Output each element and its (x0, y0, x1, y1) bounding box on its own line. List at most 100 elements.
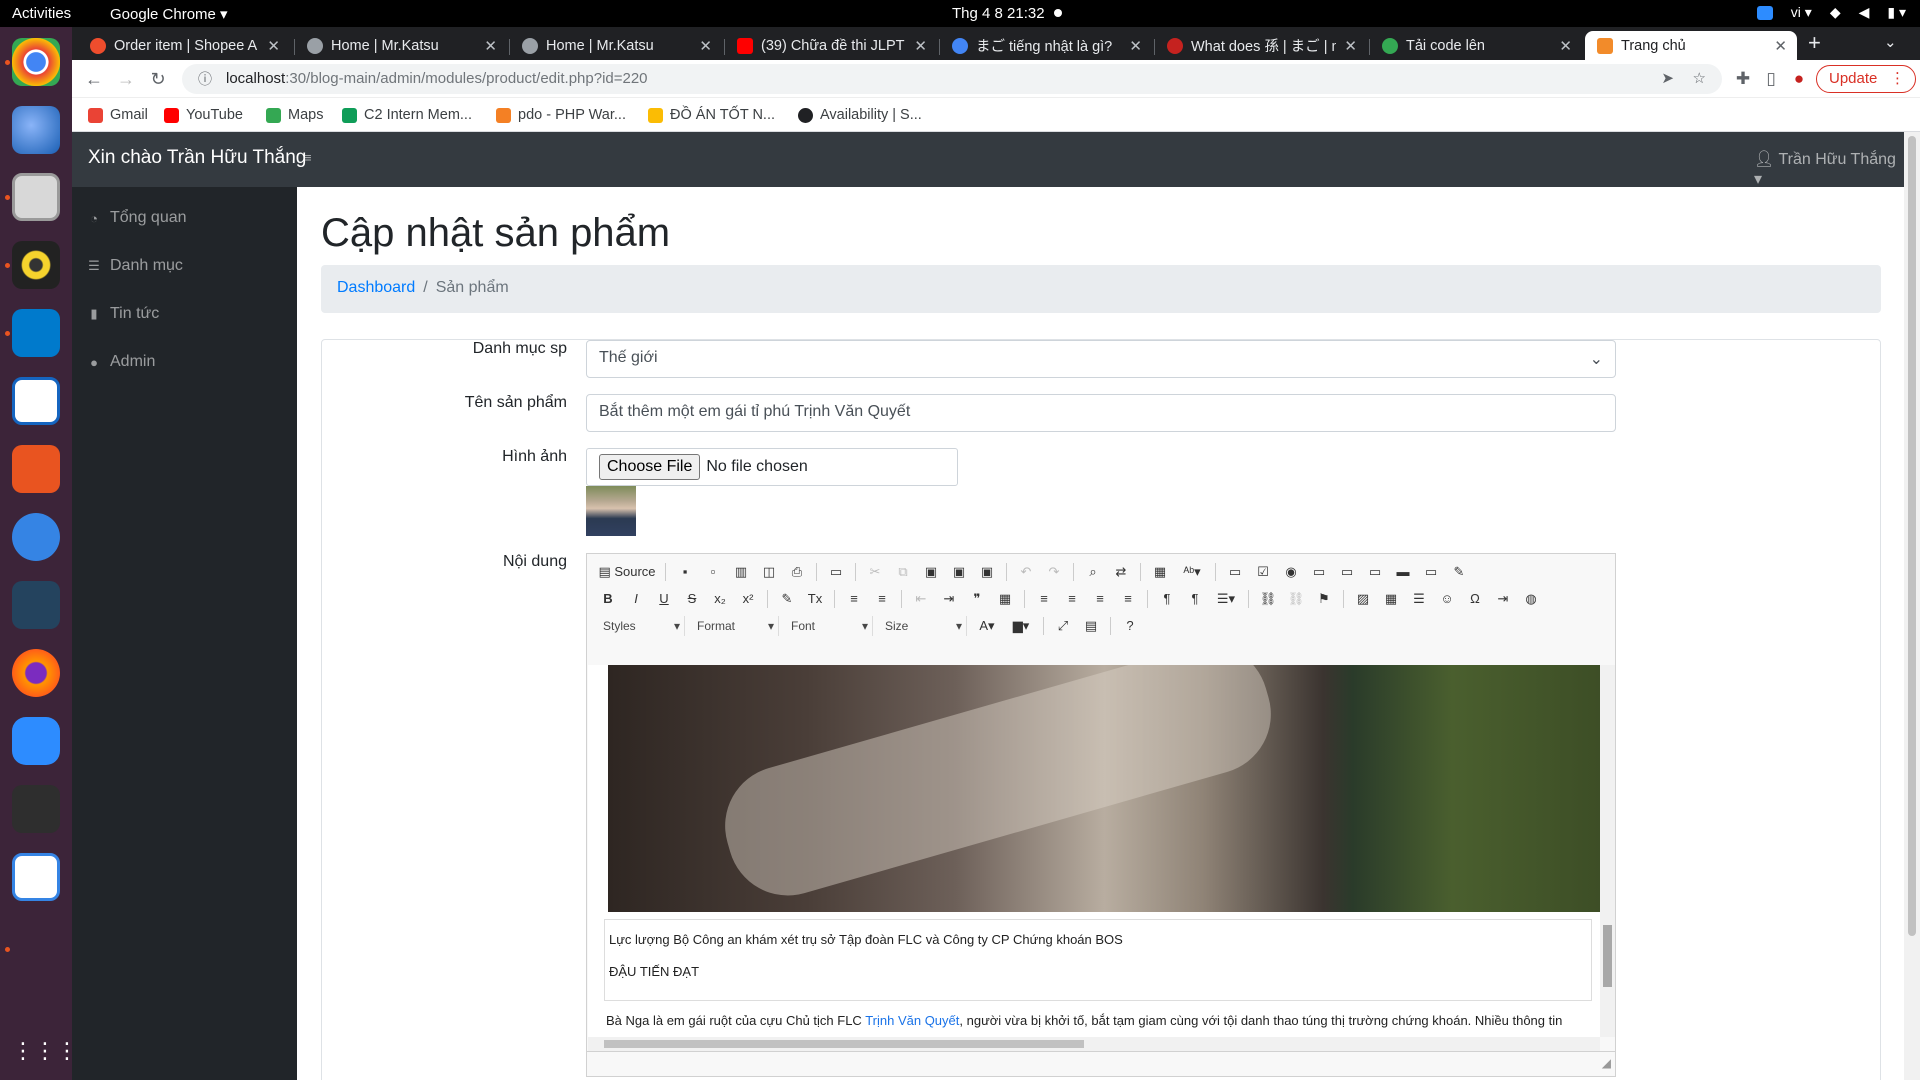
iframe-globe-icon[interactable]: ◍ (1520, 588, 1542, 610)
bookmark-star-icon[interactable]: ☆ (1693, 64, 1706, 94)
rtl-icon[interactable]: ¶ (1184, 588, 1206, 610)
select-all-icon[interactable]: ▦ (1149, 561, 1171, 583)
textfield-icon[interactable]: ▭ (1308, 561, 1330, 583)
bookmark-maps[interactable]: Maps (266, 107, 323, 123)
product-name-input[interactable]: Bắt thêm một em gái tỉ phú Trịnh Văn Quy… (586, 394, 1616, 432)
div-container-icon[interactable]: ▦ (994, 588, 1016, 610)
close-tab-icon[interactable]: ✕ (1774, 37, 1787, 55)
select-field-icon[interactable]: ▭ (1364, 561, 1386, 583)
system-tray[interactable]: vi ▾ ◆ ◀ ▮ ▾ (1756, 4, 1906, 21)
indent-icon[interactable]: ⇥ (938, 588, 960, 610)
image-icon[interactable]: ▨ (1352, 588, 1374, 610)
spellcheck-icon[interactable]: ᴬᵇ▾ (1177, 561, 1207, 583)
button-field-icon[interactable]: ▬ (1392, 561, 1414, 583)
language-icon[interactable]: ☰▾ (1212, 588, 1240, 610)
terminal-icon[interactable] (12, 785, 60, 833)
numbered-list-icon[interactable]: ≡ (843, 588, 865, 610)
print-icon[interactable]: ⎙ (786, 561, 808, 583)
align-left-icon[interactable]: ≡ (1033, 588, 1055, 610)
font-combo[interactable]: Font ▾ (785, 616, 873, 636)
send-tab-icon[interactable]: ➤ (1661, 64, 1674, 94)
browser-tab-active[interactable]: Trang chủ ✕ (1585, 31, 1797, 60)
help-icon[interactable] (12, 513, 60, 561)
back-arrow-icon[interactable]: ← (82, 67, 106, 91)
user-dropdown[interactable]: 👤︎ Trần Hữu Thắng ▾ (1754, 149, 1904, 189)
editor-content-area[interactable]: Lực lượng Bộ Công an khám xét trụ sở Tập… (588, 665, 1600, 1037)
browser-tab[interactable]: Home | Mr.Katsu ✕ (510, 31, 722, 60)
align-center-icon[interactable]: ≡ (1061, 588, 1083, 610)
undo-icon[interactable]: ↶ (1015, 561, 1037, 583)
chrome-update-button[interactable]: Update ⋮ (1816, 65, 1916, 93)
blockquote-icon[interactable]: ❞ (966, 588, 988, 610)
size-combo[interactable]: Size ▾ (879, 616, 967, 636)
subscript-icon[interactable]: x₂ (709, 588, 731, 610)
browser-tab[interactable]: Order item | Shopee A ✕ (78, 31, 290, 60)
software-center-icon[interactable] (12, 445, 60, 493)
cut-icon[interactable]: ✂ (864, 561, 886, 583)
site-info-icon[interactable]: ⓘ (198, 64, 212, 94)
superscript-icon[interactable]: x² (737, 588, 759, 610)
remove-format-icon[interactable]: Tx (804, 588, 826, 610)
bookmark-pdo-php[interactable]: pdo - PHP War... (496, 107, 626, 123)
find-icon[interactable]: ⌕ (1082, 561, 1104, 583)
extensions-puzzle-icon[interactable]: ✚ (1732, 68, 1754, 90)
bulleted-list-icon[interactable]: ≡ (871, 588, 893, 610)
radio-icon[interactable]: ◉ (1280, 561, 1302, 583)
sidebar-toggle-icon[interactable]: ≡ (304, 150, 312, 165)
bookmark-c2-intern[interactable]: C2 Intern Mem... (342, 107, 472, 123)
new-tab-plus-icon[interactable]: + (1808, 30, 1821, 56)
export-pdf-icon[interactable]: ▥ (730, 561, 752, 583)
battery-icon[interactable]: ▮ ▾ (1887, 4, 1906, 21)
link-icon[interactable]: ⛓ (1257, 588, 1279, 610)
page-scrollbar[interactable] (1904, 132, 1920, 1080)
browser-tab[interactable]: Tải code lên ✕ (1370, 31, 1582, 60)
chrome-icon[interactable] (12, 38, 60, 86)
horizontal-line-icon[interactable]: ☰ (1408, 588, 1430, 610)
bookmark-availability[interactable]: Availability | S... (798, 107, 922, 123)
special-char-omega-icon[interactable]: Ω (1464, 588, 1486, 610)
hidden-field-icon[interactable]: ✎ (1448, 561, 1470, 583)
close-tab-icon[interactable]: ✕ (1559, 37, 1572, 55)
rhythmbox-icon[interactable] (12, 241, 60, 289)
save-icon[interactable]: ▪ (674, 561, 696, 583)
forward-arrow-icon[interactable]: → (114, 67, 138, 91)
volume-icon[interactable]: ◀ (1859, 4, 1870, 21)
copy-format-icon[interactable]: ✎ (776, 588, 798, 610)
wifi-icon[interactable]: ◆ (1830, 4, 1841, 21)
bookmark-youtube[interactable]: YouTube (164, 107, 243, 123)
choose-file-button[interactable]: Choose File (599, 454, 701, 480)
close-tab-icon[interactable]: ✕ (1344, 37, 1357, 55)
unlink-icon[interactable]: ⛓ (1285, 588, 1307, 610)
maximize-icon[interactable]: ⤢ (1052, 615, 1074, 637)
scrollbar-thumb[interactable] (604, 1040, 1084, 1048)
browser-tab[interactable]: (39) Chữa đề thi JLPT ✕ (725, 31, 937, 60)
preview-icon[interactable]: ◫ (758, 561, 780, 583)
close-tab-icon[interactable]: ✕ (1129, 37, 1142, 55)
italic-icon[interactable]: I (625, 588, 647, 610)
format-combo[interactable]: Format ▾ (691, 616, 779, 636)
smiley-icon[interactable]: ☺ (1436, 588, 1458, 610)
close-tab-icon[interactable]: ✕ (484, 37, 497, 55)
show-apps-grid-icon[interactable]: ⋮⋮⋮ (12, 1027, 78, 1075)
textarea-icon[interactable]: ▭ (1336, 561, 1358, 583)
bold-icon[interactable]: B (597, 588, 619, 610)
editor-horizontal-scrollbar[interactable] (588, 1037, 1600, 1051)
image-file-input[interactable]: Choose File No file chosen (586, 448, 958, 486)
table-icon[interactable]: ▦ (1380, 588, 1402, 610)
bookmark-gmail[interactable]: Gmail (88, 107, 148, 123)
help-icon[interactable]: ? (1119, 615, 1141, 637)
close-tab-icon[interactable]: ✕ (914, 37, 927, 55)
files-icon[interactable] (12, 173, 60, 221)
mysql-workbench-icon[interactable] (12, 581, 60, 629)
browser-tab[interactable]: What does 孫 | まご | m ✕ (1155, 31, 1367, 60)
input-language[interactable]: vi ▾ (1791, 4, 1812, 21)
scrollbar-thumb[interactable] (1908, 136, 1916, 936)
sidebar-item-admin[interactable]: ● Admin (86, 353, 155, 371)
sidebar-item-news[interactable]: ▮ Tin tức (86, 305, 159, 323)
styles-combo[interactable]: Styles ▾ (597, 616, 685, 636)
resize-handle-icon[interactable]: ◢ (1602, 1056, 1611, 1070)
anchor-flag-icon[interactable]: ⚑ (1313, 588, 1335, 610)
app-menu[interactable]: Google Chrome ▾ (110, 5, 228, 23)
close-tab-icon[interactable]: ✕ (267, 37, 280, 55)
bookmark-do-an[interactable]: ĐỒ ÁN TỐT N... (648, 107, 775, 123)
